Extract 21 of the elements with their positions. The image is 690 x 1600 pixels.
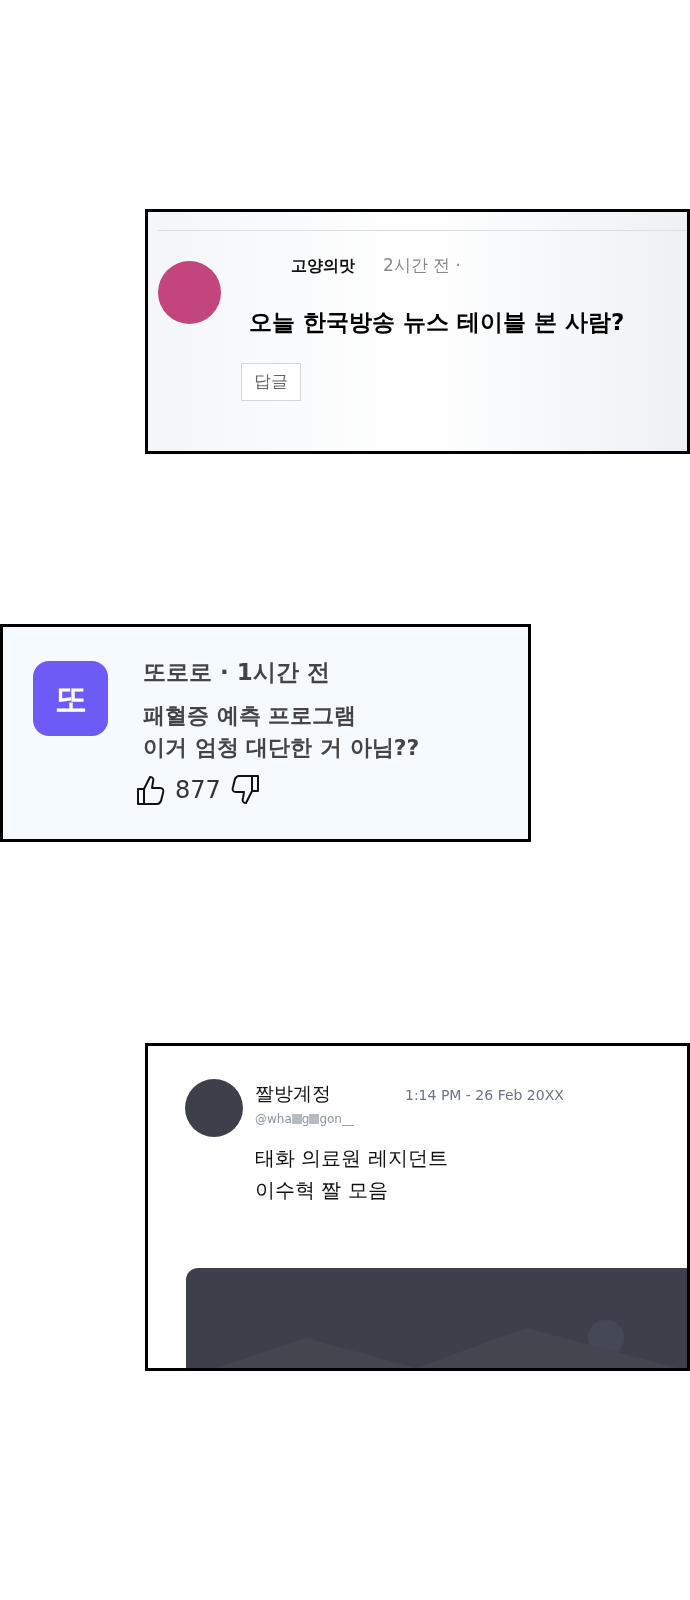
like-count: 877 [175,774,221,806]
post-text: 이거 엄청 대단한 거 아님?? [143,733,420,762]
thumbs-up-icon[interactable] [137,774,165,805]
avatar [185,1079,243,1137]
redaction-blur [309,1113,320,1124]
tweet-time: 1:14 PM - 26 Feb 20XX [405,1086,564,1105]
reply-button[interactable]: 답글 [241,363,301,401]
redaction-blur [291,1113,302,1124]
author-name: 고양의맛 [291,255,355,277]
account-handle: @wha [255,1110,292,1128]
app-icon: 또 [33,661,108,736]
post-text: 패혈증 예측 프로그램 [143,701,358,730]
account-name: 짤방계정 [255,1081,332,1106]
comment-text: 오늘 한국방송 뉴스 테이블 본 사람? [249,307,625,337]
tweet-text: 이수혁 짤 모음 [255,1176,389,1204]
thumbs-down-icon[interactable] [230,774,259,805]
post-header: 또로로 · 1시간 전 [143,658,331,687]
account-handle: gon__ [319,1110,354,1128]
tweet-text: 태화 의료원 레지던트 [255,1144,449,1172]
comment-time: 2시간 전 · [383,254,462,277]
account-handle: g [301,1110,310,1128]
